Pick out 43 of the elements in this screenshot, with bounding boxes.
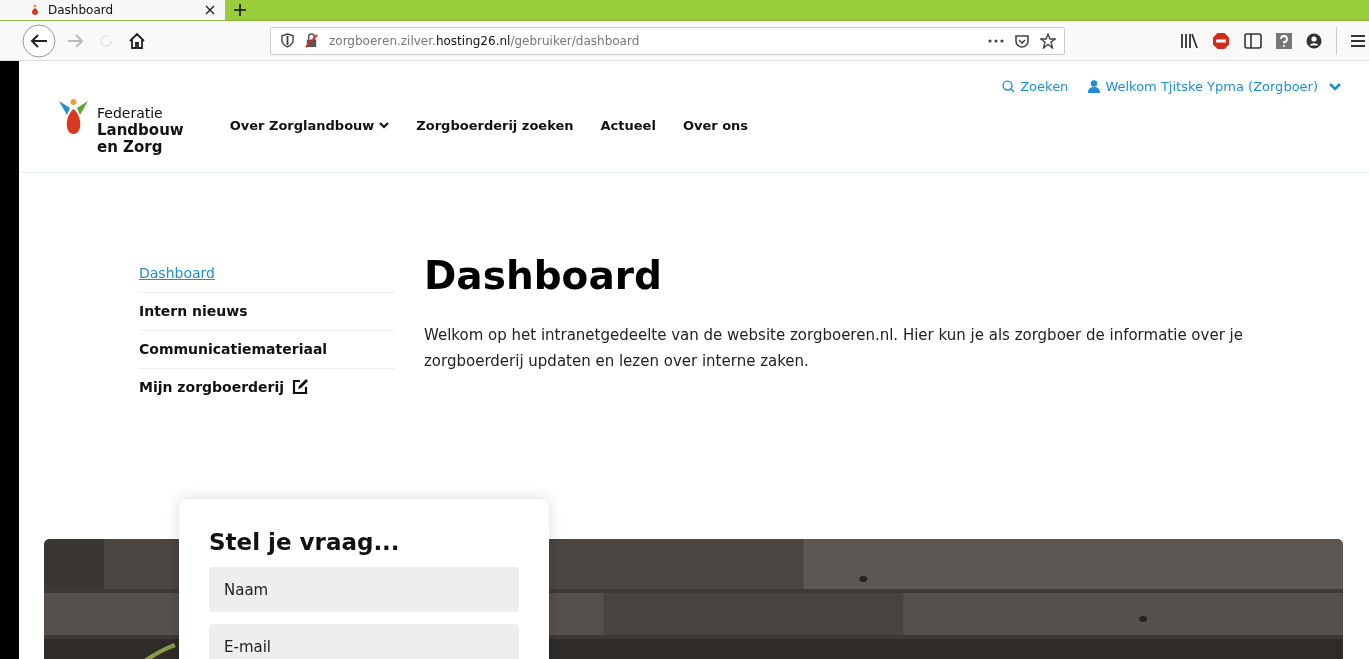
nav-link[interactable]: Zorgboerderij zoeken	[416, 118, 574, 133]
browser-tab[interactable]: Dashboard	[0, 0, 225, 20]
new-tab-icon[interactable]	[234, 4, 246, 16]
logo-icon	[30, 4, 40, 16]
account-icon[interactable]	[1306, 32, 1322, 49]
close-icon[interactable]	[205, 5, 215, 15]
logo-text: Federatie	[97, 105, 164, 122]
page-title: Dashboard	[424, 253, 663, 299]
nav-link[interactable]: Over ons	[682, 118, 749, 133]
tab-title: Dashboard	[48, 3, 115, 17]
intro-text: Welkom op het intranetgedeelte van de website zorgboeren.nl. Hier kun je als zorgboer de informatie over je zorgboerderij updaten en lezen over interne zaken.	[424, 325, 1244, 373]
input-field[interactable]: Naam	[209, 567, 519, 612]
sidebar-link[interactable]: Mijn zorgboerderij	[139, 369, 395, 407]
menu-icon[interactable]	[1351, 34, 1365, 47]
nav-link[interactable]: Over Zorglandbouw	[229, 118, 390, 133]
back-icon[interactable]	[22, 23, 56, 58]
logo-text: Landbouw	[97, 122, 184, 139]
url-text: zorgboeren.zilver.hosting26.nl/gebruiker/dashboard	[329, 33, 640, 48]
search-link[interactable]: Zoeken	[1002, 79, 1069, 94]
edit-icon	[292, 379, 309, 396]
search-icon	[1002, 80, 1016, 93]
help-icon[interactable]	[1276, 32, 1292, 49]
insecure-lock-icon	[304, 33, 319, 48]
user-icon	[1088, 80, 1101, 93]
sidebar-link[interactable]: Intern nieuws	[139, 293, 395, 332]
shield-icon	[281, 33, 294, 48]
logo-text: en Zorg	[97, 139, 164, 156]
star-icon[interactable]	[1040, 32, 1056, 49]
user-menu[interactable]: Welkom Tjitske Ypma (Zorgboer)	[1088, 79, 1341, 94]
more-icon[interactable]	[988, 38, 1004, 43]
address-bar[interactable]: zorgboeren.zilver.hosting26.nl/gebruiker/dashboard	[270, 26, 1065, 55]
nav-link[interactable]: Actueel	[600, 118, 656, 133]
logo-icon[interactable]	[59, 99, 89, 135]
chevron-down-icon	[379, 122, 390, 129]
library-icon[interactable]	[1180, 32, 1198, 49]
chevron-down-icon	[1329, 82, 1341, 91]
sidebar-link[interactable]: Communicatiemateriaal	[139, 331, 395, 370]
sidebar-icon[interactable]	[1244, 32, 1262, 49]
home-icon[interactable]	[128, 31, 146, 50]
sidebar-link[interactable]: Dashboard	[139, 265, 395, 294]
card-title: Stel je vraag...	[209, 529, 401, 555]
pocket-icon[interactable]	[1014, 32, 1030, 49]
input-field[interactable]: E-mail	[209, 624, 519, 659]
